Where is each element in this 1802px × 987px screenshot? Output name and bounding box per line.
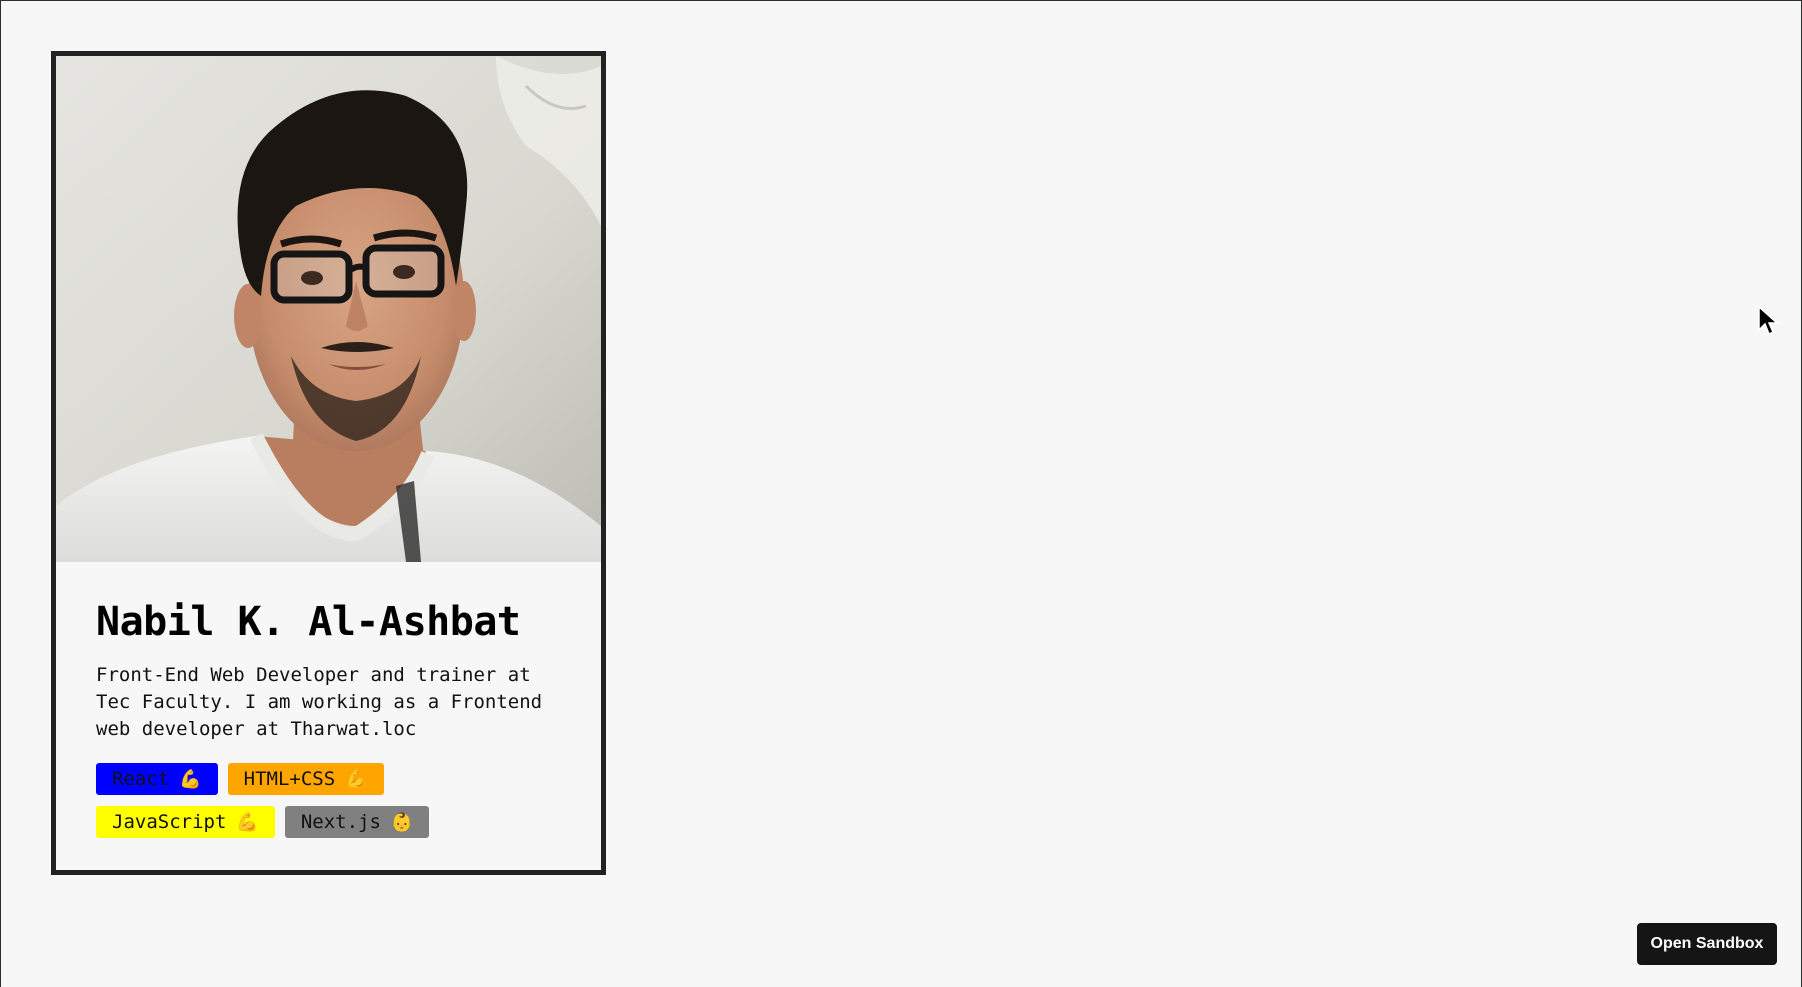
profile-card: Nabil K. Al-Ashbat Front-End Web Develop…: [51, 51, 606, 875]
profile-bio: Front-End Web Developer and trainer at T…: [96, 664, 543, 740]
skill-badge-nextjs: Next.js 👶: [284, 806, 430, 838]
avatar: [56, 56, 601, 562]
flexed-biceps-icon: 💪: [236, 811, 259, 833]
skill-badge-react: React 💪: [96, 763, 218, 795]
preview-viewport: Nabil K. Al-Ashbat Front-End Web Develop…: [1, 1, 1801, 987]
skill-badge-javascript: JavaScript 💪: [96, 806, 275, 838]
flexed-biceps-icon: 💪: [345, 768, 368, 790]
skill-label: Next.js: [300, 811, 381, 833]
mouse-cursor-icon: [1758, 306, 1778, 336]
profile-name: Nabil K. Al-Ashbat: [96, 599, 521, 645]
skill-badge-html-css: HTML+CSS 💪: [227, 763, 384, 795]
card-body: Nabil K. Al-Ashbat Front-End Web Develop…: [56, 562, 601, 838]
flexed-biceps-icon: 💪: [179, 768, 202, 790]
skill-label: JavaScript: [112, 811, 227, 833]
baby-icon: 👶: [390, 811, 414, 833]
skill-list: React 💪 HTML+CSS 💪 JavaScript 💪 Next.js …: [96, 763, 536, 838]
skill-label: React: [112, 768, 170, 790]
skill-label: HTML+CSS: [243, 768, 336, 790]
open-sandbox-button[interactable]: Open Sandbox: [1637, 923, 1777, 965]
